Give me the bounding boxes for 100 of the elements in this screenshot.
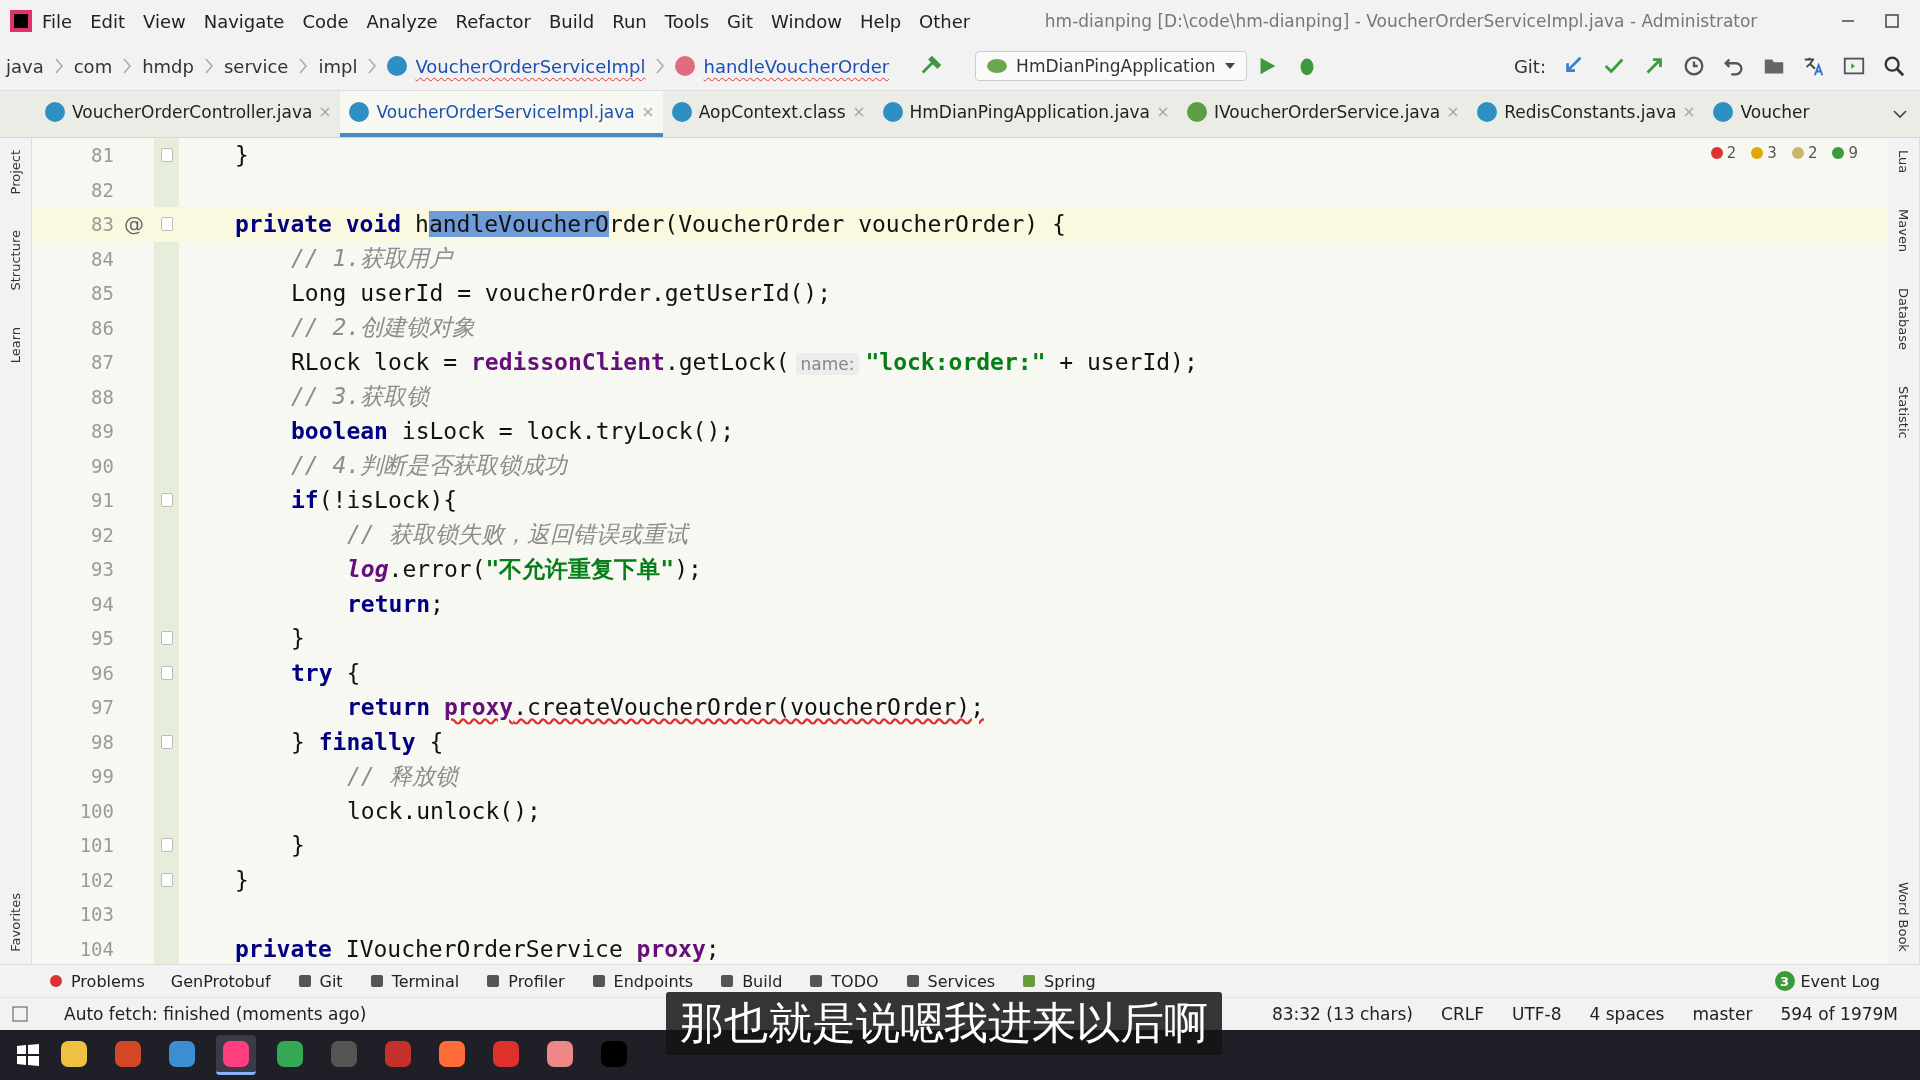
menu-item[interactable]: Window [763,6,851,36]
code-line: return proxy.createVoucherOrder(voucherOrder); [347,694,984,721]
status-item[interactable]: UTF-8 [1511,1004,1562,1024]
tool-window-button[interactable]: Endpoints [590,971,694,991]
status-item[interactable]: CRLF [1441,1004,1484,1024]
code-line: lock.unlock(); [347,797,541,824]
menu-item[interactable]: Tools [656,6,718,36]
warning-status-icon [1750,146,1765,160]
clock-icon[interactable] [1682,54,1706,78]
code-line: private void handleVoucherO rder(VoucherOrder voucherOrder) { [235,211,1066,238]
inspection-count[interactable]: 2 [1790,144,1818,162]
menu-item[interactable]: Code [294,6,357,36]
event-log-button[interactable]: 3 Event Log [1774,971,1880,991]
tool-window-button[interactable]: Problems [48,971,145,991]
menu-item[interactable]: Edit [82,6,133,36]
menu-item[interactable]: Other [911,6,979,36]
line-number: 84 [90,247,114,270]
status-item[interactable]: 594 of 1979M [1780,1004,1898,1024]
menu-item[interactable]: Build [541,6,603,36]
editor-tab[interactable]: IVoucherOrderService.java [1178,91,1469,137]
fold-marker-icon[interactable] [160,665,173,680]
close-icon[interactable] [641,106,654,118]
close-icon[interactable] [852,106,865,118]
fold-marker-icon[interactable] [160,734,173,749]
editor-tab[interactable]: AopContext.class [662,91,874,137]
search-icon[interactable] [1882,54,1906,78]
line-number: 102 [78,868,114,891]
fold-marker-icon[interactable] [160,631,173,646]
status-item[interactable]: 4 spaces [1589,1004,1665,1024]
menu-item[interactable]: Analyze [358,6,446,36]
taskbar-app[interactable] [216,1035,256,1075]
tool-window-button[interactable]: Build [719,971,783,991]
maximize-icon[interactable] [1884,13,1900,29]
tool-icon [808,973,825,989]
menu-item[interactable]: Help [852,6,910,36]
tool-window-tab[interactable]: Word Book [1896,882,1911,952]
tool-window-tab[interactable]: Learn [8,326,23,364]
tool-window-tab[interactable]: Lua [1896,150,1911,174]
tool-window-tab[interactable]: Structure [8,230,23,291]
inspection-count[interactable]: 9 [1831,144,1858,162]
inspection-count[interactable]: 3 [1750,144,1777,162]
breadcrumb-item[interactable]: java [6,55,44,77]
fold-marker-icon[interactable] [160,217,173,232]
breadcrumb-item[interactable]: hmdp [142,55,194,77]
windows-logo-icon[interactable] [16,1043,40,1067]
line-number: 96 [90,661,114,684]
editor-tab[interactable]: Voucher [1704,91,1819,137]
code-line: RLock lock = redissonClient.getLock( name: "lock:order:" + userId); [291,349,1198,376]
tool-icon [368,973,385,989]
fold-marker-icon[interactable] [160,493,173,508]
breadcrumb-item[interactable]: service [223,55,289,77]
fold-marker-icon[interactable] [160,872,173,887]
code-editor[interactable] [32,138,1888,964]
menu-item[interactable]: Run [604,6,655,36]
code-line: // 3.获取锁 [291,382,430,412]
menu-item[interactable]: View [135,6,194,36]
close-icon[interactable] [1683,106,1696,118]
menu-item[interactable]: Refactor [447,6,539,36]
inspection-count[interactable]: 2 [1709,144,1737,162]
code-line: boolean isLock = lock.tryLock(); [291,418,735,445]
tool-window-button[interactable]: Git [296,971,343,991]
close-icon[interactable] [1157,106,1170,118]
status-item[interactable]: master [1692,1004,1753,1024]
tool-window-tab[interactable]: Maven [1896,209,1911,253]
tool-window-tab[interactable]: Database [1896,288,1911,351]
menu-item[interactable]: Git [719,6,762,36]
tool-icon [296,973,313,989]
tool-window-button[interactable]: Profiler [485,971,565,991]
tool-window-tab[interactable]: Project [8,150,23,195]
fold-marker-icon[interactable] [160,838,173,853]
tool-window-button[interactable]: Spring [1021,971,1096,991]
breadcrumb-item[interactable]: impl [318,55,358,77]
tool-window-tab[interactable]: Statistic [1896,386,1911,440]
line-number: 82 [90,178,114,201]
tool-window-button[interactable]: Services [904,971,996,991]
menu-item[interactable]: Navigate [195,6,293,36]
tool-icon [904,973,921,989]
chevron-icon [298,57,309,75]
tool-window-tab[interactable]: Favorites [8,893,23,952]
close-icon[interactable] [1447,106,1460,118]
run-configuration-dropdown[interactable]: HmDianPingApplication [975,51,1247,81]
fold-marker-icon[interactable] [160,148,173,163]
video-subtitle: 那也就是说嗯我进来以后啊 [666,992,1222,1055]
panel-icon[interactable] [12,1006,28,1022]
menu-item[interactable]: File [34,6,81,36]
line-number: 103 [78,903,114,926]
line-number: 88 [90,385,114,408]
breadcrumb-item[interactable]: VoucherOrderServiceImpl [387,55,646,77]
editor-tab[interactable]: RedisConstants.java [1468,91,1705,137]
class-icon [349,102,370,122]
tool-window-button[interactable]: Terminal [368,971,460,991]
editor-tab[interactable]: VoucherOrderServiceImpl.java [340,91,663,137]
tool-window-button[interactable]: TODO [808,971,879,991]
editor-tab[interactable]: HmDianPingApplication.java [873,91,1179,137]
tool-window-button[interactable]: GenProtobuf [170,971,271,991]
status-item[interactable]: 83:32 (13 chars) [1271,1004,1413,1024]
editor-tab[interactable]: VoucherOrderController.java [36,91,341,137]
breadcrumb-item[interactable]: com [73,55,113,77]
close-icon[interactable] [319,106,332,118]
breadcrumb-item[interactable]: handleVoucherOrder [675,55,890,77]
